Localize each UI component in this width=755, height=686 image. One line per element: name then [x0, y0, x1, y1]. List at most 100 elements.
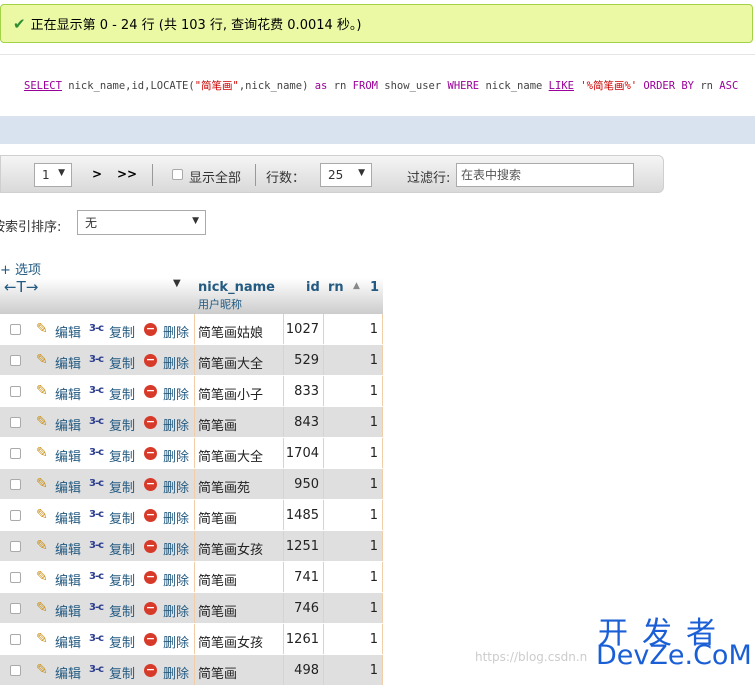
page-select[interactable]: 1 ▼: [34, 163, 72, 187]
copy-icon[interactable]: 3-c: [89, 571, 104, 582]
delete-link[interactable]: 删除: [163, 477, 189, 496]
pencil-icon[interactable]: ✎: [36, 538, 48, 554]
show-all-checkbox[interactable]: [172, 169, 183, 180]
pencil-icon[interactable]: ✎: [36, 321, 48, 337]
edit-link[interactable]: 编辑: [55, 477, 81, 496]
delete-icon[interactable]: −: [144, 664, 157, 677]
copy-link[interactable]: 复制: [109, 415, 135, 434]
pencil-icon[interactable]: ✎: [36, 631, 48, 647]
pencil-icon[interactable]: ✎: [36, 476, 48, 492]
cell-id: 1261: [285, 632, 319, 647]
pencil-icon[interactable]: ✎: [36, 352, 48, 368]
edit-link[interactable]: 编辑: [55, 539, 81, 558]
delete-link[interactable]: 删除: [163, 322, 189, 341]
delete-icon[interactable]: −: [144, 633, 157, 646]
rows-per-page-select[interactable]: 25 ▼: [320, 163, 372, 187]
delete-icon[interactable]: −: [144, 323, 157, 336]
delete-link[interactable]: 删除: [163, 632, 189, 651]
delete-icon[interactable]: −: [144, 385, 157, 398]
edit-link[interactable]: 编辑: [55, 663, 81, 682]
copy-link[interactable]: 复制: [109, 384, 135, 403]
pencil-icon[interactable]: ✎: [36, 569, 48, 585]
delete-icon[interactable]: −: [144, 602, 157, 615]
sort-by-index-select[interactable]: 无 ▼: [77, 210, 206, 235]
copy-link[interactable]: 复制: [109, 446, 135, 465]
delete-icon[interactable]: −: [144, 478, 157, 491]
copy-icon[interactable]: 3-c: [89, 509, 104, 520]
row-checkbox[interactable]: [10, 541, 21, 552]
copy-icon[interactable]: 3-c: [89, 354, 104, 365]
row-checkbox[interactable]: [10, 603, 21, 614]
delete-link[interactable]: 删除: [163, 570, 189, 589]
edit-link[interactable]: 编辑: [55, 353, 81, 372]
column-resize-arrows[interactable]: ←T→: [4, 278, 38, 296]
delete-link[interactable]: 删除: [163, 539, 189, 558]
row-checkbox[interactable]: [10, 324, 21, 335]
copy-link[interactable]: 复制: [109, 663, 135, 682]
edit-link[interactable]: 编辑: [55, 384, 81, 403]
row-checkbox[interactable]: [10, 634, 21, 645]
delete-link[interactable]: 删除: [163, 384, 189, 403]
last-page-button[interactable]: >>: [117, 167, 137, 181]
copy-link[interactable]: 复制: [109, 322, 135, 341]
copy-icon[interactable]: 3-c: [89, 633, 104, 644]
column-header-nick-name[interactable]: nick_name: [198, 280, 275, 295]
delete-icon[interactable]: −: [144, 354, 157, 367]
copy-link[interactable]: 复制: [109, 632, 135, 651]
delete-icon[interactable]: −: [144, 509, 157, 522]
copy-link[interactable]: 复制: [109, 570, 135, 589]
copy-link[interactable]: 复制: [109, 353, 135, 372]
edit-link[interactable]: 编辑: [55, 570, 81, 589]
column-header-id[interactable]: id: [306, 280, 320, 295]
delete-link[interactable]: 删除: [163, 415, 189, 434]
pencil-icon[interactable]: ✎: [36, 445, 48, 461]
edit-link[interactable]: 编辑: [55, 632, 81, 651]
delete-link[interactable]: 删除: [163, 663, 189, 682]
copy-icon[interactable]: 3-c: [89, 540, 104, 551]
copy-link[interactable]: 复制: [109, 508, 135, 527]
copy-icon[interactable]: 3-c: [89, 447, 104, 458]
row-checkbox[interactable]: [10, 510, 21, 521]
delete-link[interactable]: 删除: [163, 508, 189, 527]
pencil-icon[interactable]: ✎: [36, 507, 48, 523]
row-checkbox[interactable]: [10, 417, 21, 428]
copy-icon[interactable]: 3-c: [89, 385, 104, 396]
delete-icon[interactable]: −: [144, 571, 157, 584]
row-checkbox[interactable]: [10, 479, 21, 490]
delete-link[interactable]: 删除: [163, 446, 189, 465]
delete-icon[interactable]: −: [144, 540, 157, 553]
pencil-icon[interactable]: ✎: [36, 600, 48, 616]
copy-link[interactable]: 复制: [109, 539, 135, 558]
copy-icon[interactable]: 3-c: [89, 602, 104, 613]
copy-icon[interactable]: 3-c: [89, 323, 104, 334]
divider: [255, 164, 256, 186]
copy-link[interactable]: 复制: [109, 477, 135, 496]
copy-icon[interactable]: 3-c: [89, 664, 104, 675]
copy-icon[interactable]: 3-c: [89, 478, 104, 489]
copy-icon[interactable]: 3-c: [89, 416, 104, 427]
next-page-button[interactable]: >: [92, 167, 102, 181]
row-checkbox[interactable]: [10, 665, 21, 676]
edit-link[interactable]: 编辑: [55, 601, 81, 620]
row-checkbox[interactable]: [10, 386, 21, 397]
pencil-icon[interactable]: ✎: [36, 662, 48, 678]
row-checkbox[interactable]: [10, 448, 21, 459]
delete-link[interactable]: 删除: [163, 601, 189, 620]
delete-link[interactable]: 删除: [163, 353, 189, 372]
row-checkbox[interactable]: [10, 355, 21, 366]
row-checkbox[interactable]: [10, 572, 21, 583]
delete-icon[interactable]: −: [144, 416, 157, 429]
edit-link[interactable]: 编辑: [55, 322, 81, 341]
delete-icon[interactable]: −: [144, 447, 157, 460]
column-header-rn[interactable]: rn: [328, 280, 344, 295]
edit-link[interactable]: 编辑: [55, 508, 81, 527]
copy-link[interactable]: 复制: [109, 601, 135, 620]
filter-rows-input[interactable]: [456, 163, 634, 187]
options-link[interactable]: + 选项: [0, 259, 41, 278]
edit-link[interactable]: 编辑: [55, 415, 81, 434]
edit-link[interactable]: 编辑: [55, 446, 81, 465]
pencil-icon[interactable]: ✎: [36, 383, 48, 399]
cell-id: 950: [294, 477, 319, 492]
pencil-icon[interactable]: ✎: [36, 414, 48, 430]
column-options-icon[interactable]: ▼: [173, 278, 181, 289]
